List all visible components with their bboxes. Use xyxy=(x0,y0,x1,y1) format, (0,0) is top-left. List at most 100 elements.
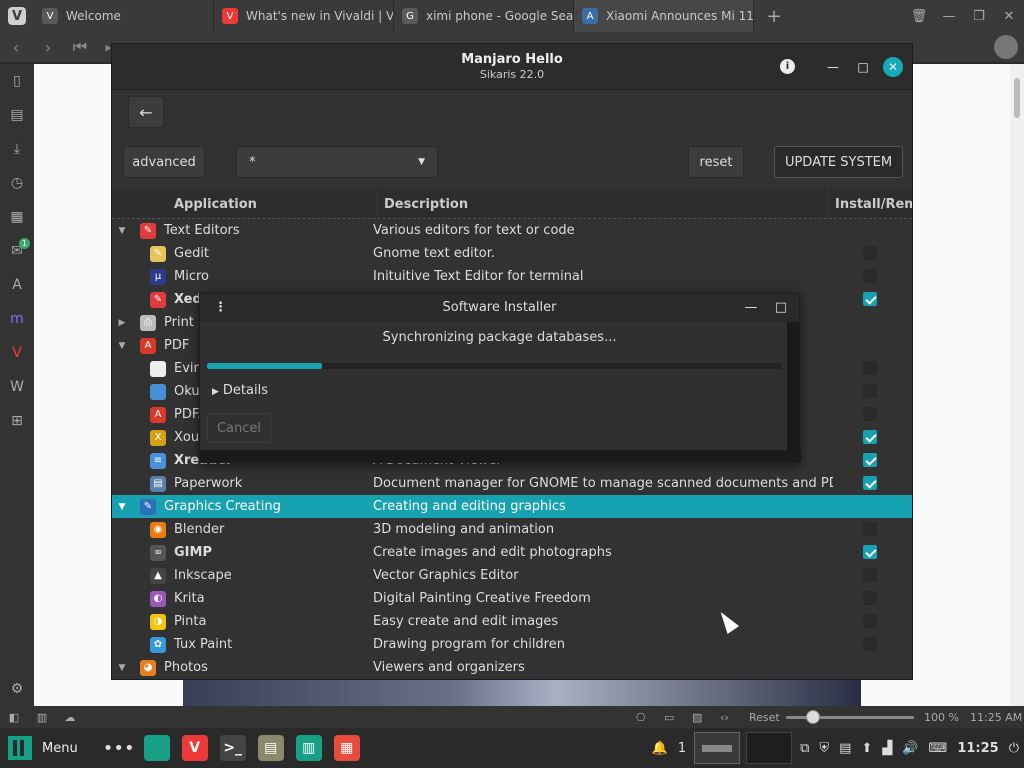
images-icon[interactable]: ▨ xyxy=(692,711,702,724)
install-checkbox[interactable] xyxy=(863,361,877,375)
updates-icon[interactable]: ⬆ xyxy=(856,741,877,756)
install-checkbox[interactable] xyxy=(863,430,877,444)
downloads-icon[interactable]: ⤓ xyxy=(0,132,34,166)
add-panel-icon[interactable]: ⊞ xyxy=(0,404,34,438)
table-row[interactable]: ▤ Paperwork Document manager for GNOME to … xyxy=(112,472,912,495)
back-button[interactable]: ← xyxy=(128,96,164,128)
taskbar-app-software-installer[interactable]: ▦ xyxy=(328,728,366,768)
reading-list-icon[interactable]: ▤ xyxy=(0,98,34,132)
chevron-down-icon[interactable]: ▼ xyxy=(112,226,132,236)
volume-icon[interactable]: 🔊 xyxy=(897,741,923,756)
tab-vivaldi-news[interactable]: V What's new in Vivaldi | Vival xyxy=(214,0,394,32)
table-row[interactable]: ✎ Gedit Gnome text editor. xyxy=(112,242,912,265)
panel-toggle-icon[interactable]: ◧ xyxy=(0,711,28,724)
vivaldi-menu-icon[interactable]: V xyxy=(0,0,34,32)
cancel-button[interactable]: Cancel xyxy=(207,413,271,443)
install-checkbox[interactable] xyxy=(863,384,877,398)
table-row[interactable]: ✿ Tux Paint Drawing program for children xyxy=(112,633,912,656)
power-icon[interactable]: ⏻ xyxy=(1004,741,1024,756)
table-row[interactable]: ◐ Krita Digital Painting Creative Freedom xyxy=(112,587,912,610)
taskbar-clock[interactable]: 11:25 xyxy=(952,741,1003,756)
window-icon[interactable]: ▭ xyxy=(664,711,674,724)
details-expander[interactable]: ▶ Details xyxy=(212,383,268,398)
minimize-icon[interactable]: — xyxy=(823,57,843,77)
column-install-remove[interactable]: Install/Remove xyxy=(829,189,912,218)
chevron-down-icon[interactable]: ▼ xyxy=(112,663,132,673)
settings-gear-icon[interactable]: ⚙ xyxy=(0,672,34,706)
install-checkbox[interactable] xyxy=(863,292,877,306)
workspace-1[interactable] xyxy=(694,732,741,764)
close-icon[interactable]: ✕ xyxy=(994,0,1024,32)
taskbar-app-files[interactable] xyxy=(138,728,176,768)
workspace-2[interactable] xyxy=(746,732,793,764)
close-icon[interactable]: ✕ xyxy=(883,57,903,77)
back-icon[interactable]: ‹ xyxy=(0,38,32,57)
install-checkbox[interactable] xyxy=(863,407,877,421)
history-icon[interactable]: ◷ xyxy=(0,166,34,200)
dialog-titlebar[interactable]: ⋮ Software Installer — □ xyxy=(200,294,799,322)
install-checkbox[interactable] xyxy=(863,246,877,260)
clipboard-icon[interactable]: ▤ xyxy=(834,741,856,756)
zoom-reset-button[interactable]: Reset xyxy=(749,711,780,724)
table-row[interactable]: ◉ Blender 3D modeling and animation xyxy=(112,518,912,541)
scrollbar-thumb[interactable] xyxy=(1014,78,1020,118)
cloud-sync-icon[interactable]: ☁ xyxy=(56,711,84,724)
wikipedia-icon[interactable]: W xyxy=(0,370,34,404)
notes-icon[interactable]: ▦ xyxy=(0,200,34,234)
maximize-icon[interactable]: □ xyxy=(771,294,791,322)
category-row[interactable]: ▼ ✎ Text Editors Various editors for text o… xyxy=(112,219,912,242)
install-checkbox[interactable] xyxy=(863,545,877,559)
install-checkbox[interactable] xyxy=(863,568,877,582)
restore-icon[interactable]: ❐ xyxy=(964,0,994,32)
install-checkbox[interactable] xyxy=(863,269,877,283)
tab-xiaomi-article[interactable]: A Xiaomi Announces Mi 11 Ult xyxy=(574,0,754,32)
chevron-down-icon[interactable]: ▼ xyxy=(112,341,132,351)
show-desktop-icon[interactable]: ••• xyxy=(100,728,138,768)
category-row[interactable]: ▼ ◕ Photos Viewers and organizers xyxy=(112,656,912,679)
chevron-down-icon[interactable]: ▼ xyxy=(112,502,132,512)
taskbar-app-archive[interactable]: ▤ xyxy=(252,728,290,768)
filter-combobox[interactable]: * ▼ xyxy=(236,146,438,178)
install-checkbox[interactable] xyxy=(863,453,877,467)
install-checkbox[interactable] xyxy=(863,522,877,536)
keyboard-layout-icon[interactable]: ⌨ xyxy=(924,741,953,756)
info-icon[interactable]: i xyxy=(780,59,795,74)
mail-icon[interactable]: ✉ 1 xyxy=(0,234,34,268)
translate-icon[interactable]: A xyxy=(0,268,34,302)
install-checkbox[interactable] xyxy=(863,637,877,651)
dialog-menu-icon[interactable]: ⋮ xyxy=(214,294,227,322)
start-menu-button[interactable]: Menu xyxy=(0,728,86,768)
reset-button[interactable]: reset xyxy=(688,146,744,178)
capture-icon[interactable]: ⎔ xyxy=(636,711,646,724)
table-row[interactable]: ▲ Inkscape Vector Graphics Editor xyxy=(112,564,912,587)
taskbar-app-terminal[interactable]: >_ xyxy=(214,728,252,768)
taskbar-app-manjaro-hello[interactable]: ▥ xyxy=(290,728,328,768)
forward-icon[interactable]: › xyxy=(32,38,64,57)
advanced-button[interactable]: advanced xyxy=(123,146,205,178)
table-row[interactable]: ◑ Pinta Easy create and edit images xyxy=(112,610,912,633)
rewind-icon[interactable]: ⏮ xyxy=(64,37,96,57)
vivaldi-panel-icon[interactable]: V xyxy=(0,336,34,370)
table-row[interactable]: ∞ GIMP Create images and edit photographs xyxy=(112,541,912,564)
profile-avatar[interactable] xyxy=(994,35,1018,59)
taskbar-app-vivaldi[interactable]: V xyxy=(176,728,214,768)
table-row[interactable]: μ Micro Inituitive Text Editor for termina… xyxy=(112,265,912,288)
install-checkbox[interactable] xyxy=(863,614,877,628)
update-system-button[interactable]: UPDATE SYSTEM xyxy=(774,146,903,178)
tiling-icon[interactable]: ▥ xyxy=(28,711,56,724)
network-icon[interactable]: ▟ xyxy=(877,741,897,756)
code-icon[interactable]: ‹› xyxy=(720,711,729,724)
minimize-icon[interactable]: — xyxy=(934,0,964,32)
security-icon[interactable]: ⛨ xyxy=(814,741,834,756)
new-tab-icon[interactable]: + xyxy=(762,4,786,28)
tab-welcome[interactable]: V Welcome xyxy=(34,0,214,32)
category-row[interactable]: ▼ ✎ Graphics Creating Creating and editing … xyxy=(112,495,912,518)
zoom-slider-handle[interactable] xyxy=(806,710,820,724)
maximize-icon[interactable]: □ xyxy=(853,57,873,77)
mastodon-icon[interactable]: m xyxy=(0,302,34,336)
trash-icon[interactable]: 🗑 xyxy=(904,0,934,32)
notifications-icon[interactable]: 🔔 xyxy=(647,741,673,756)
column-description[interactable]: Description xyxy=(378,189,829,218)
column-application[interactable]: Application xyxy=(112,189,378,218)
bookmarks-icon[interactable]: ▯ xyxy=(0,64,34,98)
